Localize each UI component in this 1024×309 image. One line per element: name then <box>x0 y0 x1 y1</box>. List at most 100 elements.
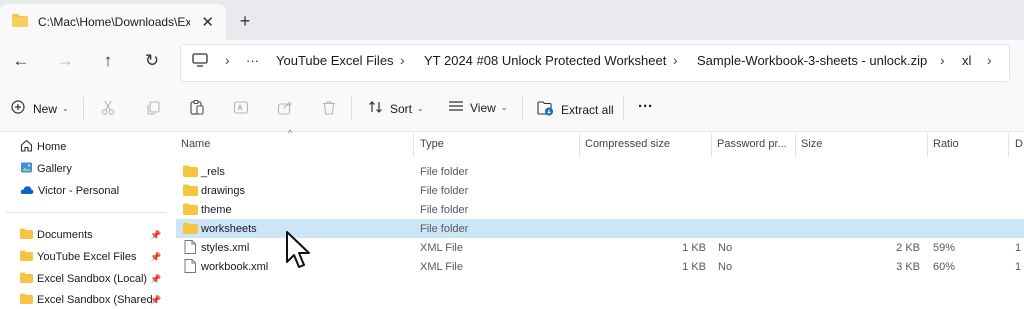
onedrive-icon <box>20 185 34 198</box>
column-divider[interactable] <box>413 133 414 157</box>
chevron-down-icon: ⌄ <box>62 104 69 113</box>
column-divider[interactable] <box>711 133 712 157</box>
file-name[interactable]: theme <box>201 204 232 216</box>
sidebar-item-home[interactable]: Home <box>20 138 66 156</box>
back-button[interactable]: ← <box>10 52 32 72</box>
divider <box>6 212 166 213</box>
breadcrumb-yt-2024[interactable]: YT 2024 #08 Unlock Protected Worksheet <box>424 53 666 68</box>
close-tab-icon[interactable]: ✕ <box>201 13 214 31</box>
folder-icon <box>183 184 198 199</box>
divider <box>83 97 84 121</box>
breadcrumb-zip[interactable]: Sample-Workbook-3-sheets - unlock.zip <box>697 53 927 68</box>
pin-icon[interactable]: 📌 <box>150 274 161 285</box>
chevron-down-icon: ⌄ <box>500 103 508 112</box>
copy-icon[interactable] <box>145 100 161 119</box>
file-type: File folder <box>420 166 469 178</box>
more-options-button[interactable]: ··· <box>638 98 653 115</box>
column-header-type[interactable]: Type <box>420 138 444 150</box>
file-type: File folder <box>420 223 469 235</box>
rename-icon[interactable] <box>233 100 249 119</box>
breadcrumb-separator[interactable]: › <box>673 52 678 68</box>
compressed-size: 1 KB <box>682 261 706 273</box>
delete-icon[interactable] <box>321 100 337 119</box>
column-divider[interactable] <box>927 133 928 157</box>
share-icon[interactable] <box>277 100 293 119</box>
sidebar-item-documents[interactable]: Documents <box>20 226 93 244</box>
breadcrumb-separator[interactable]: › <box>225 52 230 68</box>
mouse-cursor-icon <box>285 230 313 273</box>
column-header-compressed-size[interactable]: Compressed size <box>585 138 670 150</box>
file-type: File folder <box>420 204 469 216</box>
breadcrumb-more[interactable]: ··· <box>246 53 259 68</box>
date-modified: 1 <box>1015 261 1022 273</box>
view-list-icon <box>448 100 464 115</box>
sidebar-item-gallery[interactable]: Gallery <box>20 160 72 178</box>
divider <box>522 97 523 121</box>
sort-button[interactable]: Sort ⌄ <box>368 100 424 117</box>
sidebar-item-label: Documents <box>37 229 93 241</box>
paste-icon[interactable] <box>189 99 205 119</box>
tab-current[interactable]: C:\Mac\Home\Downloads\Exc ✕ <box>0 4 226 40</box>
sort-icon <box>368 100 384 117</box>
sidebar-item-label: Victor - Personal <box>38 185 120 197</box>
column-divider[interactable] <box>795 133 796 157</box>
breadcrumb-separator[interactable]: › <box>940 52 945 68</box>
folder-icon <box>20 293 33 307</box>
breadcrumb-xl[interactable]: xl <box>962 53 971 68</box>
new-label: New <box>33 101 58 116</box>
breadcrumb-youtube-excel-files[interactable]: YouTube Excel Files <box>276 53 394 68</box>
file-size: 3 KB <box>896 261 920 273</box>
pin-icon[interactable]: 📌 <box>150 230 161 241</box>
password-protected: No <box>718 261 733 273</box>
file-row[interactable] <box>176 200 1024 219</box>
tab-title: C:\Mac\Home\Downloads\Exc <box>38 15 190 29</box>
column-divider[interactable] <box>1008 133 1009 157</box>
cut-icon[interactable] <box>100 100 116 119</box>
pin-icon[interactable]: 📌 <box>150 252 161 263</box>
folder-icon <box>183 222 198 237</box>
compressed-size: 1 KB <box>682 242 706 254</box>
column-divider[interactable] <box>579 133 580 157</box>
folder-icon <box>183 165 198 180</box>
file-name[interactable]: workbook.xml <box>201 261 268 273</box>
file-name[interactable]: worksheets <box>201 223 257 235</box>
ratio: 60% <box>933 261 956 273</box>
plus-circle-icon <box>11 100 25 117</box>
sidebar-item-onedrive[interactable]: Victor - Personal <box>20 182 119 200</box>
divider <box>623 97 624 121</box>
refresh-button[interactable]: ↻ <box>141 52 163 72</box>
folder-icon <box>12 14 28 30</box>
chevron-down-icon: ⌄ <box>417 104 424 113</box>
column-header-name[interactable]: Name <box>181 138 210 150</box>
view-button[interactable]: View ⌄ <box>448 100 508 115</box>
sort-label: Sort <box>390 101 413 116</box>
new-button[interactable]: New ⌄ <box>11 100 69 117</box>
column-header-date[interactable]: D <box>1015 138 1023 150</box>
pin-icon[interactable]: 📌 <box>150 295 161 306</box>
sidebar-item-label: Excel Sandbox (Shared <box>37 294 153 306</box>
column-header-size[interactable]: Size <box>801 138 822 150</box>
sidebar-item-label: Excel Sandbox (Local) <box>37 273 148 285</box>
breadcrumb-separator[interactable]: › <box>987 52 992 68</box>
sidebar-item-excel-sandbox-shared[interactable]: Excel Sandbox (Shared <box>20 291 153 309</box>
file-name[interactable]: styles.xml <box>201 242 249 254</box>
up-button[interactable]: ↑ <box>97 52 119 72</box>
file-name[interactable]: drawings <box>201 185 245 197</box>
forward-button[interactable]: → <box>54 52 76 72</box>
sidebar-item-excel-sandbox-local[interactable]: Excel Sandbox (Local) <box>20 270 147 288</box>
file-icon <box>184 240 196 257</box>
this-pc-icon[interactable] <box>192 53 208 70</box>
new-tab-button[interactable]: + <box>236 11 254 32</box>
column-header-password[interactable]: Password pr... <box>717 138 787 150</box>
divider <box>351 97 352 121</box>
column-header-ratio[interactable]: Ratio <box>933 138 959 150</box>
file-row[interactable] <box>176 181 1024 200</box>
file-name[interactable]: _rels <box>201 166 225 178</box>
extract-all-button[interactable]: Extract all <box>537 100 614 119</box>
breadcrumb-separator[interactable]: › <box>400 52 405 68</box>
view-label: View <box>470 100 496 115</box>
sidebar-item-youtube-excel-files[interactable]: YouTube Excel Files <box>20 248 136 266</box>
home-icon <box>20 139 33 155</box>
file-row[interactable] <box>176 162 1024 181</box>
gallery-icon <box>20 161 33 177</box>
